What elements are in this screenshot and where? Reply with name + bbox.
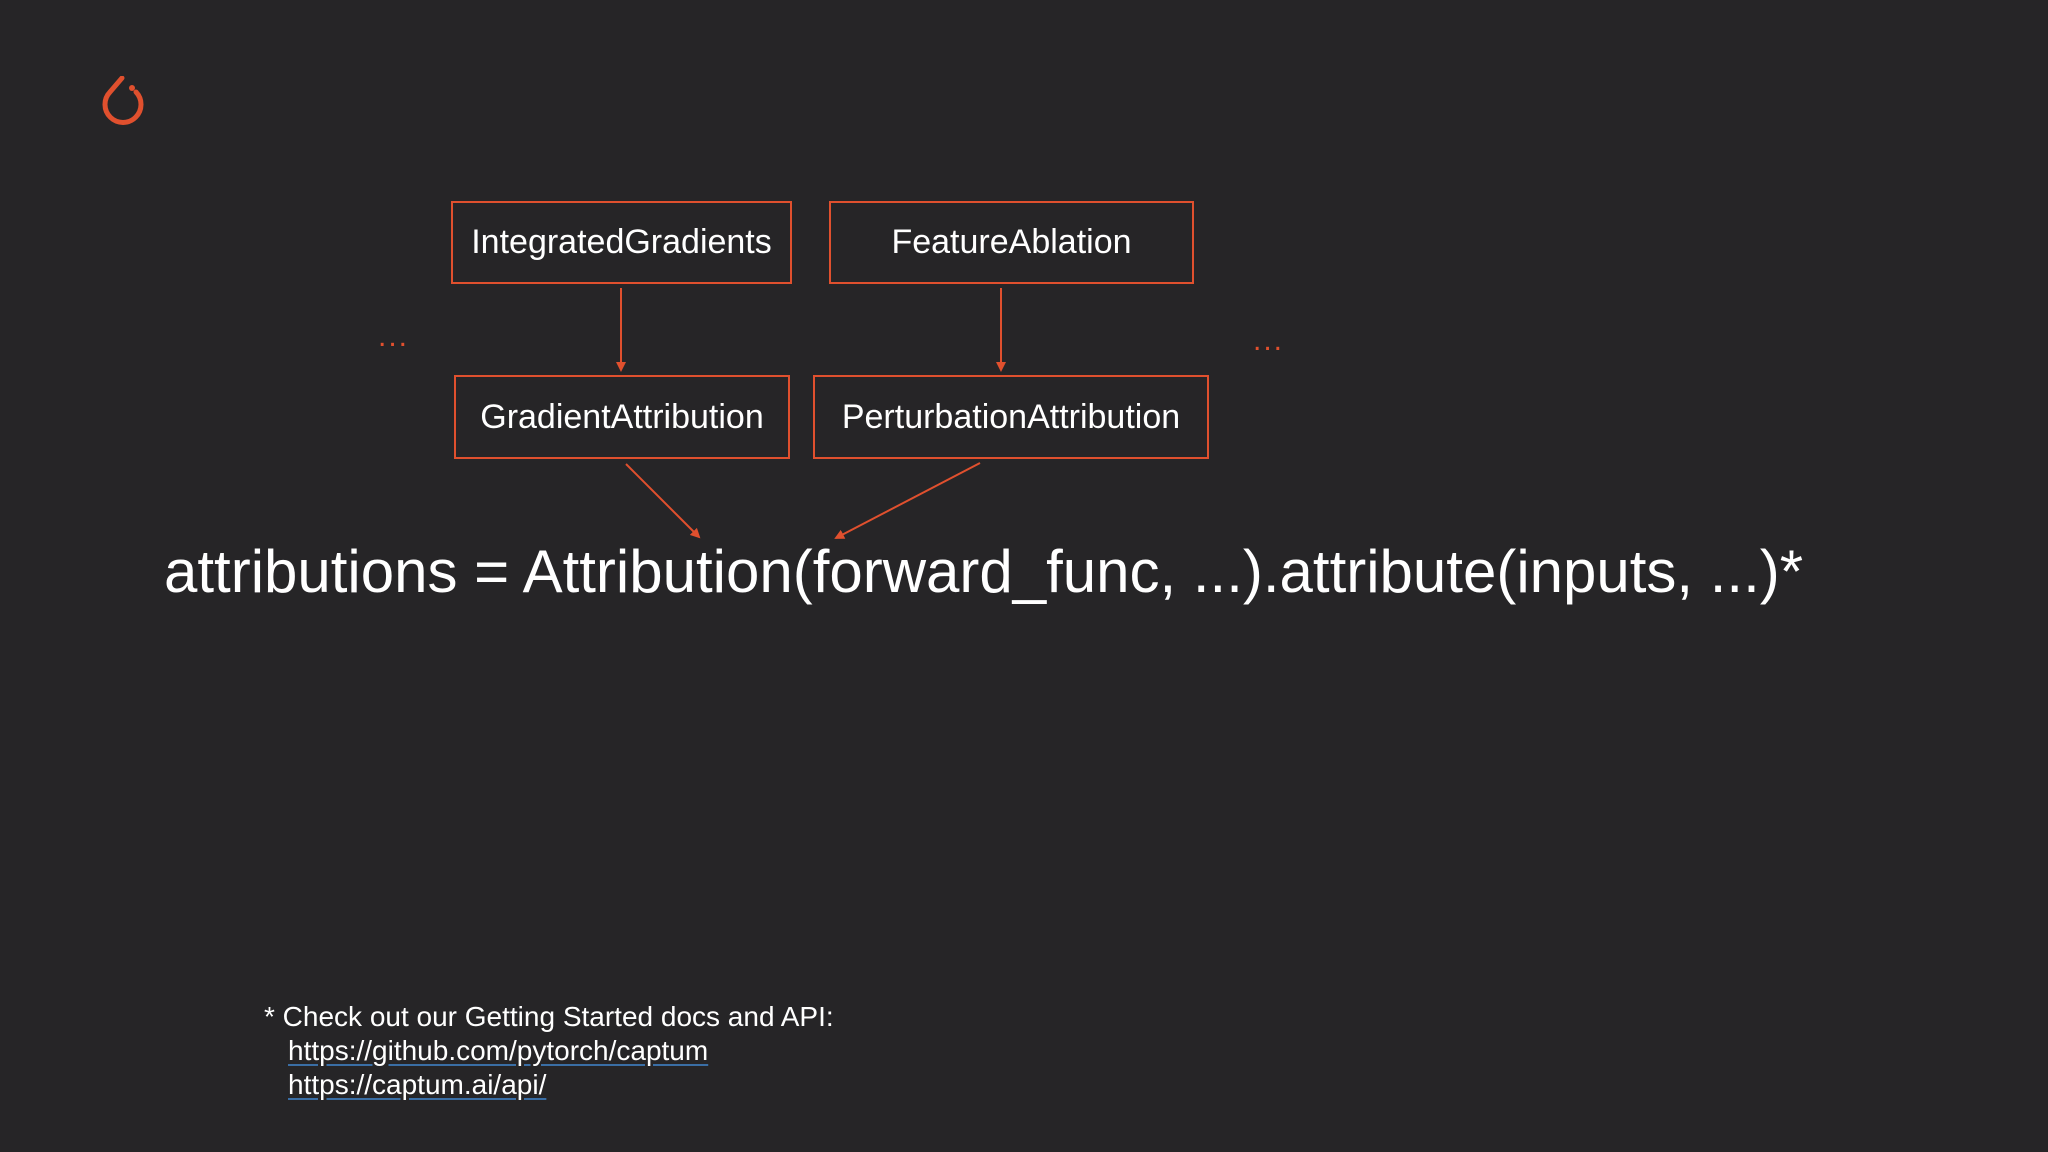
footnote: * Check out our Getting Started docs and… xyxy=(264,1000,834,1102)
api-docs-link[interactable]: https://captum.ai/api/ xyxy=(288,1068,834,1102)
attribution-formula: attributions = Attribution(forward_func,… xyxy=(164,538,1804,605)
integrated-gradients-box: IntegratedGradients xyxy=(451,201,792,284)
perturbation-attribution-label: PerturbationAttribution xyxy=(841,397,1181,436)
integrated-gradients-label: IntegratedGradients xyxy=(471,223,772,261)
arrow-pa-to-formula xyxy=(834,462,981,539)
perturbation-attribution-box: PerturbationAttribution xyxy=(813,375,1209,459)
pytorch-logo-icon xyxy=(102,76,144,125)
ellipsis-right: ... xyxy=(1253,324,1285,357)
github-link[interactable]: https://github.com/pytorch/captum xyxy=(288,1034,834,1068)
arrow-ga-to-formula xyxy=(625,463,701,539)
feature-ablation-label: FeatureAblation xyxy=(891,223,1132,261)
ellipsis-left: ... xyxy=(378,320,410,353)
gradient-attribution-label: GradientAttribution xyxy=(480,397,764,436)
gradient-attribution-box: GradientAttribution xyxy=(454,375,790,459)
footnote-text: * Check out our Getting Started docs and… xyxy=(264,1001,834,1032)
feature-ablation-box: FeatureAblation xyxy=(829,201,1194,284)
